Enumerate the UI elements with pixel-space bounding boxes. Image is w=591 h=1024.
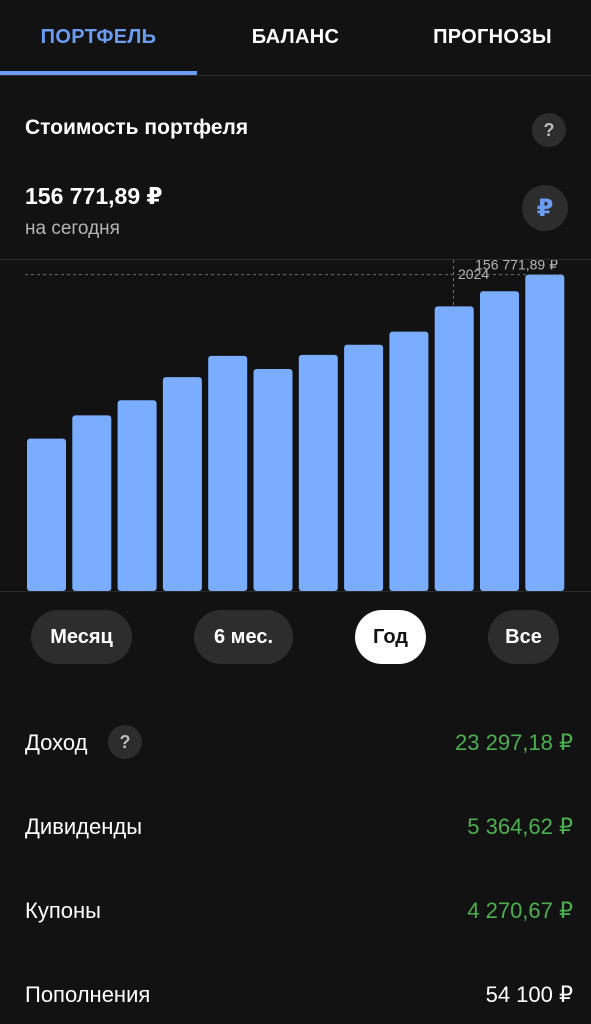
coupons-value: 4 270,67 ₽ [467,898,573,923]
help-icon[interactable]: ? [532,113,566,147]
chart-bar[interactable] [162,377,202,591]
chart-bar[interactable] [27,438,66,591]
tab-balance[interactable]: БАЛАНС [197,0,394,74]
portfolio-value: 156 771,89 ₽ [25,183,163,209]
period-selector: Месяц 6 мес. Год Все [0,610,591,664]
tab-forecasts[interactable]: ПРОГНОЗЫ [394,0,591,74]
chart-bar[interactable] [344,344,384,591]
coupons-label: Купоны [25,898,101,923]
chart-bar[interactable] [389,331,429,591]
dividends-label: Дивиденды [25,814,143,839]
chart-bar[interactable] [253,369,293,591]
income-label: Доход [25,730,88,755]
income-help-icon[interactable]: ? [108,725,142,759]
portfolio-chart: 2024 156 771,89 ₽ [0,259,591,592]
period-6-months-button[interactable]: 6 мес. [194,610,293,664]
tab-portfolio[interactable]: ПОРТФЕЛЬ [0,0,197,74]
deposits-label: Пополнения [25,982,151,1007]
stat-row-income: Доход 23 297,18 ₽ [0,723,591,763]
deposits-value: 54 100 ₽ [485,982,573,1007]
currency-ruble-icon[interactable]: ₽ [522,185,568,231]
dividends-value: 5 364,62 ₽ [467,814,573,839]
chart-bar[interactable] [298,354,338,591]
income-value: 23 297,18 ₽ [455,730,573,755]
section-title: Стоимость портфеля [25,116,249,139]
tab-bar: ПОРТФЕЛЬ БАЛАНС ПРОГНОЗЫ [0,0,591,76]
portfolio-chart-svg: 2024156 771,89 ₽ [25,260,565,591]
stat-row-dividends: Дивиденды 5 364,62 ₽ [0,807,591,847]
max-value-label: 156 771,89 ₽ [475,260,558,273]
active-tab-indicator [0,71,197,75]
chart-bar[interactable] [525,274,565,591]
stat-row-coupons: Купоны 4 270,67 ₽ [0,891,591,931]
period-month-button[interactable]: Месяц [31,610,132,664]
chart-bar[interactable] [480,291,519,591]
period-year-button[interactable]: Год [355,610,426,664]
chart-bar[interactable] [117,400,157,591]
chart-bar[interactable] [72,415,112,591]
portfolio-value-caption: на сегодня [25,218,120,239]
period-all-button[interactable]: Все [488,610,559,664]
chart-bar[interactable] [434,306,474,591]
stat-row-deposits: Пополнения 54 100 ₽ [0,975,591,1015]
chart-bar[interactable] [208,355,248,591]
